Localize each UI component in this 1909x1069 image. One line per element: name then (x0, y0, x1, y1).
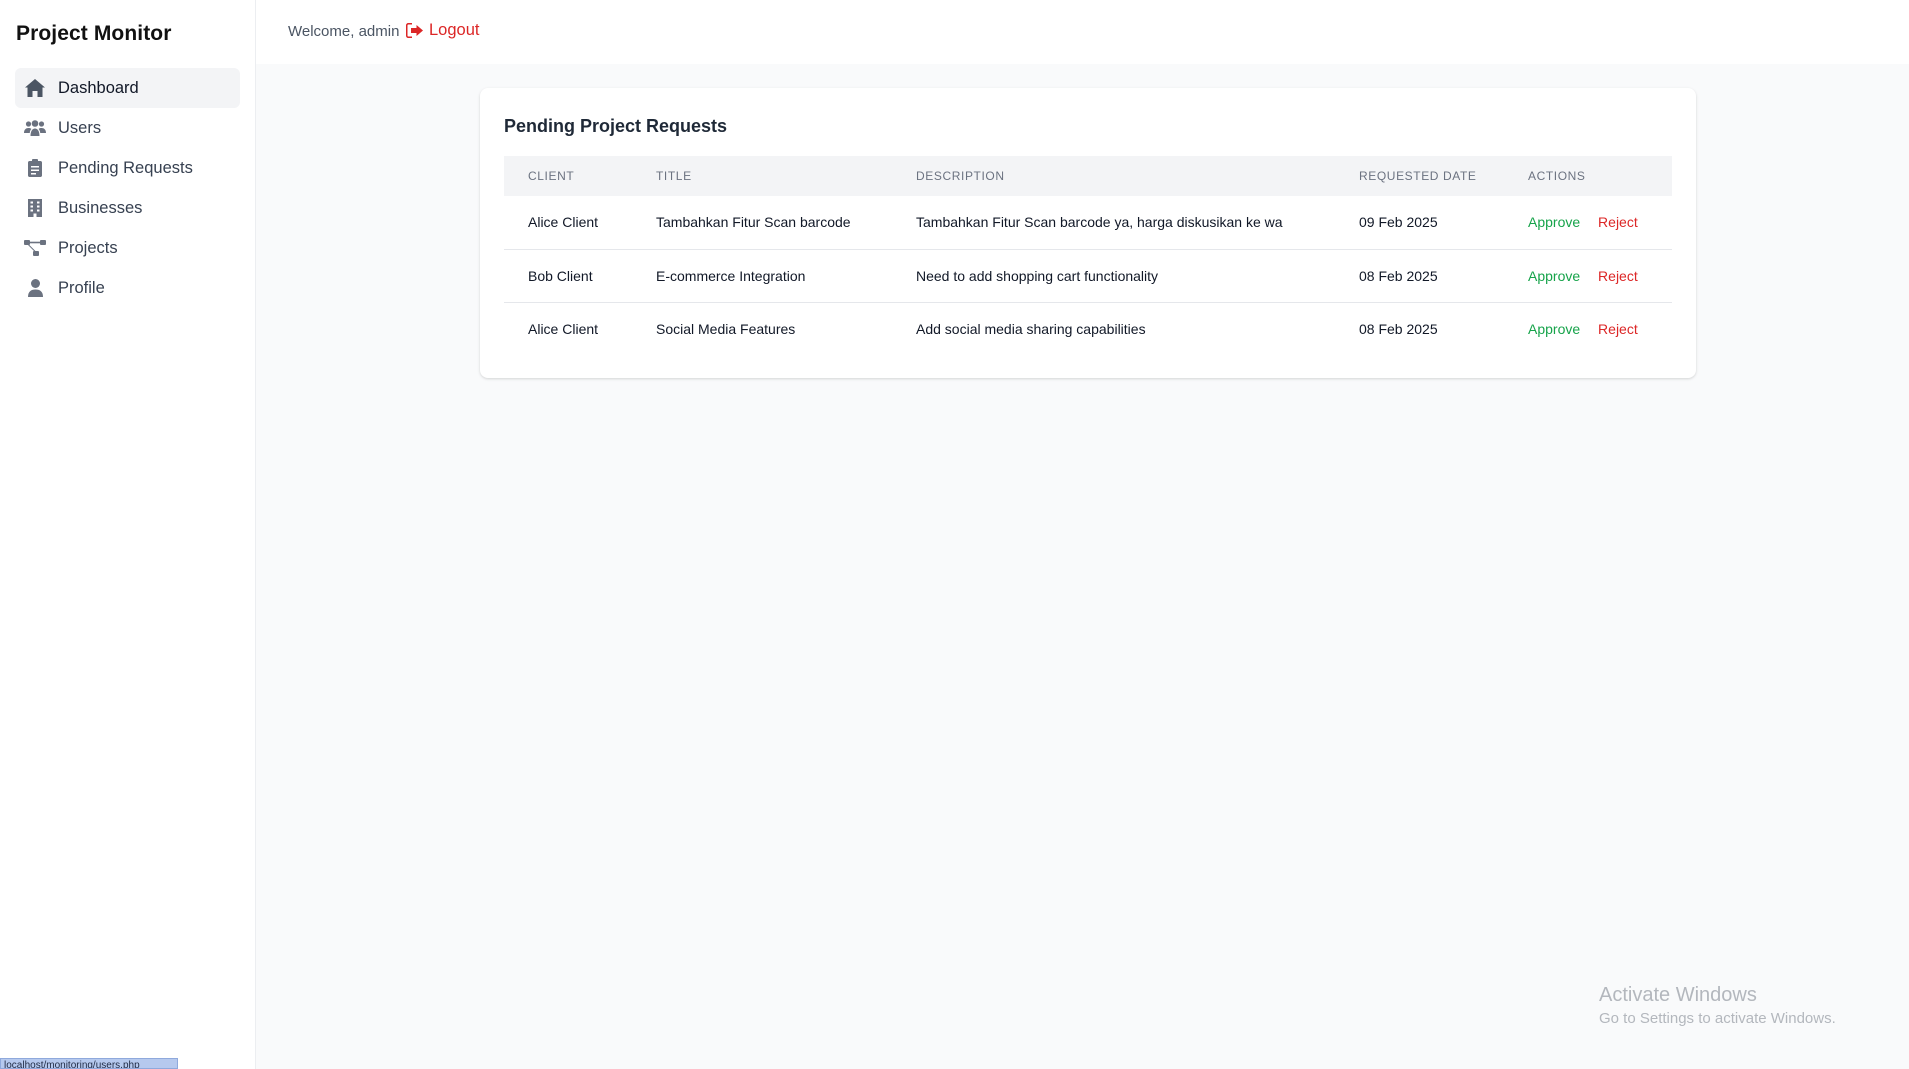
sidebar-item-pending-requests[interactable]: Pending Requests (15, 148, 240, 188)
cell-actions: Approve Reject (1504, 196, 1672, 250)
sidebar-item-projects[interactable]: Projects (15, 228, 240, 268)
reject-button[interactable]: Reject (1598, 321, 1638, 337)
sidebar-item-users[interactable]: Users (15, 108, 240, 148)
cell-client: Bob Client (504, 249, 632, 303)
pending-requests-table: CLIENT TITLE DESCRIPTION REQUESTED DATE … (504, 156, 1672, 355)
logout-label: Logout (429, 21, 480, 39)
cell-description: Need to add shopping cart functionality (892, 249, 1335, 303)
watermark-subtitle: Go to Settings to activate Windows. (1599, 1010, 1836, 1027)
project-diagram-icon (24, 237, 46, 259)
cell-title: Social Media Features (656, 320, 796, 337)
column-header-description: DESCRIPTION (916, 169, 1005, 183)
cell-actions: Approve Reject (1504, 249, 1672, 303)
status-bar-url: localhost/monitoring/users.php (0, 1058, 178, 1069)
column-header-requested-date: REQUESTED DATE (1359, 169, 1477, 183)
top-header: Welcome, admin Logout (256, 0, 1909, 64)
sidebar-item-label: Dashboard (58, 78, 139, 97)
activate-windows-watermark: Activate Windows Go to Settings to activ… (1599, 984, 1836, 1027)
cell-client: Alice Client (504, 196, 632, 250)
cell-date: 08 Feb 2025 (1335, 249, 1504, 303)
clipboard-icon (24, 157, 46, 179)
column-header-title: TITLE (656, 169, 692, 183)
cell-actions: Approve Reject (1504, 302, 1672, 355)
welcome-text: Welcome, admin (288, 23, 400, 40)
page-title: Pending Project Requests (504, 116, 728, 136)
cell-title: E-commerce Integration (632, 249, 892, 303)
table-row: Alice Client Social Media Features Add s… (504, 302, 1672, 355)
home-icon (24, 77, 46, 99)
table-row: Alice Client Tambahkan Fitur Scan barcod… (504, 196, 1672, 250)
sidebar-item-label: Businesses (58, 198, 143, 217)
reject-button[interactable]: Reject (1598, 268, 1638, 284)
users-icon (24, 117, 46, 139)
watermark-title: Activate Windows (1599, 984, 1757, 1006)
sidebar-item-label: Users (58, 118, 102, 137)
cell-date: 08 Feb 2025 (1359, 320, 1438, 337)
cell-description: Tambahkan Fitur Scan barcode ya, harga d… (892, 196, 1335, 250)
user-icon (24, 277, 46, 299)
app-title: Project Monitor (16, 22, 172, 45)
logout-button[interactable]: Logout (406, 21, 479, 40)
column-header-client: CLIENT (528, 169, 575, 183)
sidebar-item-businesses[interactable]: Businesses (15, 188, 240, 228)
building-icon (24, 197, 46, 219)
sidebar-item-label: Pending Requests (58, 158, 193, 177)
cell-title: Tambahkan Fitur Scan barcode (632, 196, 892, 250)
cell-date: 09 Feb 2025 (1335, 196, 1504, 250)
pending-requests-card: Pending Project Requests CLIENT TITLE DE… (480, 88, 1696, 378)
table-row: Bob Client E-commerce Integration Need t… (504, 249, 1672, 303)
sidebar-item-profile[interactable]: Profile (15, 268, 240, 308)
cell-description: Add social media sharing capabilities (916, 320, 1146, 337)
approve-button[interactable]: Approve (1528, 321, 1580, 337)
table-header-row: CLIENT TITLE DESCRIPTION REQUESTED DATE … (504, 156, 1672, 196)
reject-button[interactable]: Reject (1598, 214, 1638, 230)
sidebar-item-label: Projects (58, 238, 118, 257)
sign-out-icon (406, 23, 423, 38)
column-header-actions: ACTIONS (1528, 169, 1586, 183)
app-window: Project Monitor Dashboard Users Pending … (0, 0, 1909, 1069)
sidebar-item-label: Profile (58, 278, 105, 297)
sidebar: Project Monitor Dashboard Users Pending … (0, 0, 256, 1069)
sidebar-item-dashboard[interactable]: Dashboard (15, 68, 240, 108)
approve-button[interactable]: Approve (1528, 268, 1580, 284)
approve-button[interactable]: Approve (1528, 214, 1580, 230)
sidebar-nav: Dashboard Users Pending Requests Busines… (15, 68, 240, 308)
cell-client: Alice Client (528, 320, 599, 337)
